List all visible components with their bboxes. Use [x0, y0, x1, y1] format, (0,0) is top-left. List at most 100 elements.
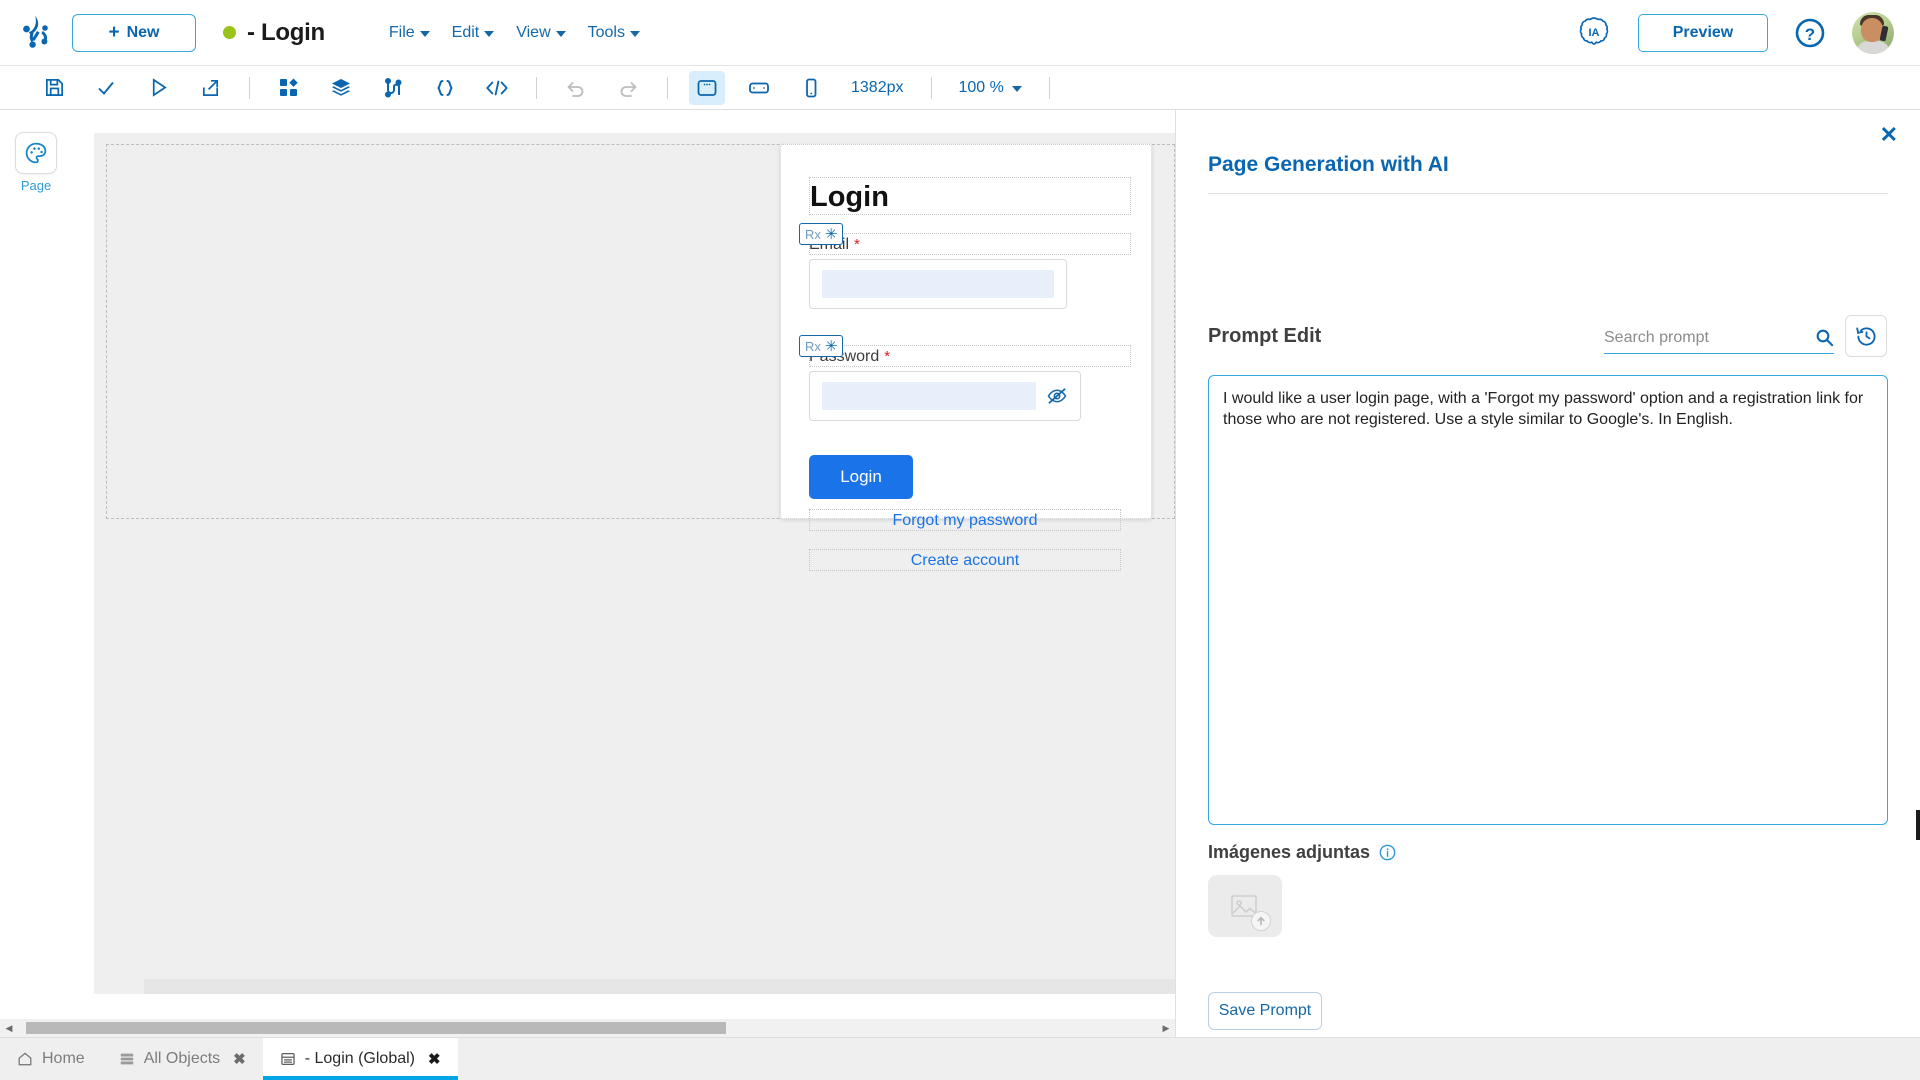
braces-icon[interactable] [419, 71, 471, 105]
redo-icon[interactable] [602, 71, 654, 105]
panel-title: Page Generation with AI [1208, 153, 1449, 176]
zoom-selector[interactable]: 100 % [945, 79, 1036, 97]
create-account-link[interactable]: Create account [809, 549, 1121, 571]
menu-view-label: View [516, 23, 551, 41]
save-icon[interactable] [28, 71, 80, 105]
close-icon[interactable]: ✖ [428, 1050, 441, 1068]
tab-home-label: Home [42, 1050, 85, 1067]
variables-icon[interactable] [367, 71, 419, 105]
preview-button[interactable]: Preview [1638, 13, 1768, 52]
prompt-edit-label: Prompt Edit [1208, 325, 1322, 347]
avatar[interactable] [1852, 11, 1894, 54]
tab-all-objects[interactable]: All Objects ✖ [102, 1038, 263, 1080]
run-icon[interactable] [132, 71, 184, 105]
toolbar-divider [667, 76, 668, 99]
scroll-left-arrow-icon[interactable]: ◀ [0, 1023, 18, 1034]
design-canvas[interactable]: Login Email* Rx ✳ [94, 133, 1175, 994]
toolbar-divider [930, 76, 932, 99]
eye-off-icon[interactable] [1046, 387, 1068, 405]
svg-text:IA: IA [1589, 27, 1600, 39]
login-submit-button[interactable]: Login [809, 455, 913, 499]
top-bar-right: IA Preview ? [1576, 11, 1920, 54]
email-rx-badge[interactable]: Rx ✳ [799, 223, 844, 245]
close-icon[interactable]: ✖ [233, 1050, 246, 1068]
search-icon[interactable] [1815, 328, 1834, 347]
scrollbar-thumb[interactable] [26, 1022, 726, 1034]
frog-logo-icon[interactable] [0, 15, 72, 51]
ia-icon[interactable]: IA [1576, 15, 1612, 51]
sidebar-item-page[interactable]: Page [0, 132, 72, 193]
canvas-width-value[interactable]: 1382px [837, 79, 918, 97]
history-clock-icon[interactable] [1845, 315, 1887, 357]
tab-login-global[interactable]: - Login (Global) ✖ [262, 1038, 458, 1080]
tab-all-objects-label: All Objects [143, 1050, 221, 1067]
deploy-icon[interactable] [184, 71, 236, 105]
chevron-down-icon [419, 31, 430, 37]
email-field-group: Email* Rx ✳ [799, 223, 1131, 329]
password-field[interactable] [809, 371, 1081, 421]
close-icon[interactable]: ✕ [1880, 124, 1898, 146]
login-form-card[interactable]: Login Email* Rx ✳ [780, 144, 1152, 571]
app-root: + New - Login File Edit View Tools IA Pr… [0, 0, 1920, 1080]
chevron-down-icon [484, 31, 495, 37]
menu-view[interactable]: View [516, 23, 566, 42]
menu-edit-label: Edit [451, 23, 480, 41]
bottom-tab-bar: Home All Objects ✖ - Login (Global) ✖ [0, 1037, 1920, 1080]
tablet-view-icon[interactable] [733, 71, 785, 105]
menu-tools[interactable]: Tools [588, 24, 640, 42]
required-marker: * [884, 348, 891, 365]
code-icon[interactable] [471, 71, 523, 105]
horizontal-scrollbar[interactable]: ◀ ▶ [0, 1019, 1175, 1037]
scrollbar-track[interactable] [18, 1022, 1157, 1034]
panel-divider [1208, 193, 1888, 194]
left-rail: Page [0, 110, 72, 994]
layers-icon[interactable] [315, 71, 367, 105]
desktop-view-icon[interactable] [689, 70, 725, 105]
required-marker: * [854, 236, 860, 253]
search-prompt-wrapper [1604, 322, 1834, 354]
prompt-textarea[interactable] [1208, 375, 1888, 825]
home-icon [17, 1051, 33, 1067]
attachments-label-text: Imágenes adjuntas [1208, 842, 1371, 862]
components-icon[interactable] [263, 71, 315, 105]
menu-tools-label: Tools [587, 23, 625, 41]
email-input-fill [822, 270, 1054, 298]
upload-arrow-icon[interactable] [1251, 911, 1271, 931]
toolbar-divider [536, 76, 537, 99]
page-icon [280, 1051, 296, 1067]
image-upload-placeholder-icon[interactable] [1208, 875, 1282, 937]
svg-text:?: ? [1805, 25, 1815, 44]
forgot-password-link[interactable]: Forgot my password [809, 509, 1121, 531]
login-title: Login [809, 177, 1131, 215]
palette-icon [15, 132, 57, 174]
question-circle-icon[interactable]: ? [1794, 17, 1826, 49]
email-field[interactable] [809, 259, 1067, 309]
objects-icon [119, 1051, 135, 1067]
menu-edit[interactable]: Edit [452, 24, 495, 42]
rx-label: Rx [805, 338, 821, 354]
chevron-down-icon [555, 31, 566, 37]
info-icon[interactable] [1379, 844, 1396, 861]
tab-login-global-label: - Login (Global) [304, 1050, 416, 1067]
scroll-right-arrow-icon[interactable]: ▶ [1157, 1023, 1175, 1034]
sidebar-item-page-label: Page [20, 178, 52, 193]
top-bar: + New - Login File Edit View Tools IA Pr… [0, 0, 1920, 66]
password-rx-badge[interactable]: Rx ✳ [799, 335, 844, 357]
canvas-inner-scrollbar[interactable] [144, 979, 1175, 994]
check-icon[interactable] [80, 71, 132, 105]
new-button-label: New [126, 23, 160, 41]
menu-file[interactable]: File [389, 24, 430, 42]
mobile-view-icon[interactable] [785, 71, 837, 105]
tab-home[interactable]: Home [0, 1038, 102, 1080]
panel-scrollbar[interactable] [1916, 810, 1920, 840]
chevron-down-icon [1011, 86, 1022, 92]
plus-icon: + [108, 22, 120, 43]
search-input[interactable] [1604, 328, 1815, 347]
ai-generation-panel: ✕ Page Generation with AI Prompt Edit Im… [1175, 110, 1920, 1080]
save-prompt-button[interactable]: Save Prompt [1208, 992, 1322, 1030]
document-title-label: - Login [247, 18, 325, 46]
asterisk-icon: ✳ [824, 337, 838, 355]
undo-icon[interactable] [550, 71, 602, 105]
attachments-label: Imágenes adjuntas [1208, 842, 1396, 863]
new-button[interactable]: + New [72, 13, 196, 52]
